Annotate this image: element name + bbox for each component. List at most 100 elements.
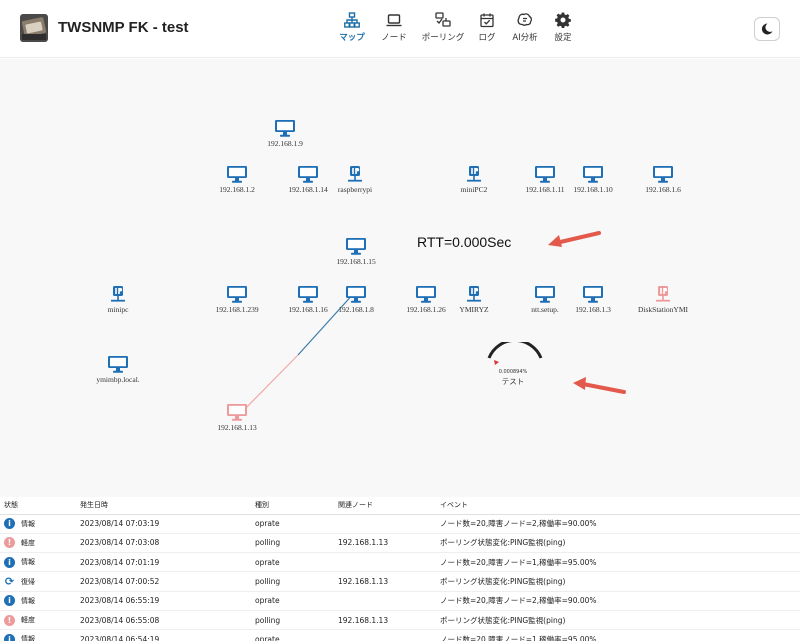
desktop-icon xyxy=(227,286,247,303)
state-label: 情報 xyxy=(21,635,35,641)
cell-type: oprate xyxy=(255,591,338,611)
network-map-icon xyxy=(344,12,360,28)
event-log-table: 状態 発生日時 種別 関連ノード イベント i 情報 2023/08/14 07:… xyxy=(0,497,800,641)
state-label: 軽度 xyxy=(21,616,35,625)
nav-item-settings[interactable]: 設定 xyxy=(552,12,574,48)
table-row[interactable]: i 情報 2023/08/14 07:03:19 oprate ノード数=20,障… xyxy=(0,514,800,534)
nav-item-log[interactable]: ログ xyxy=(476,12,498,48)
map-node[interactable]: 192.168.1.13 xyxy=(187,404,287,432)
cell-type: oprate xyxy=(255,514,338,534)
desktop-icon xyxy=(275,120,295,137)
cell-node: 192.168.1.13 xyxy=(338,571,440,592)
desktop-icon xyxy=(583,166,603,183)
app-header: TWSNMP FK - test マップ ノード ポーリング ログ AI分析 設… xyxy=(0,0,800,58)
gauge-needle-icon xyxy=(494,360,499,365)
cell-type: oprate xyxy=(255,552,338,573)
state-label: 復帰 xyxy=(21,577,35,586)
cell-node: 192.168.1.13 xyxy=(338,610,440,631)
app-logo xyxy=(20,14,48,42)
ip-icon xyxy=(467,286,481,302)
gauge-name: テスト xyxy=(501,377,525,386)
polling-icon xyxy=(435,12,451,27)
desktop-icon xyxy=(583,286,603,303)
cell-event: ポーリング状態変化:PING監視(ping) xyxy=(440,571,800,592)
table-header-row: 状態 発生日時 種別 関連ノード イベント xyxy=(0,497,800,515)
desktop-icon xyxy=(653,166,673,183)
gear-icon xyxy=(555,12,571,28)
state-label: 情報 xyxy=(21,519,35,528)
cell-event: ノード数=20,障害ノード=1,稼働率=95.00% xyxy=(440,629,800,641)
app-title: TWSNMP FK - test xyxy=(58,19,189,36)
annotation-arrow-icon xyxy=(573,377,626,394)
cell-event: ノード数=20,障害ノード=1,稼働率=95.00% xyxy=(440,552,800,573)
nav-item-node[interactable]: ノード xyxy=(378,12,410,48)
table-row[interactable]: i 情報 2023/08/14 06:54:19 oprate ノード数=20,障… xyxy=(0,629,800,641)
table-row[interactable]: ! 軽度 2023/08/14 06:55:08 polling 192.168.… xyxy=(0,610,800,631)
info-icon: i xyxy=(4,518,15,530)
table-row[interactable]: i 情報 2023/08/14 07:01:19 oprate ノード数=20,障… xyxy=(0,552,800,573)
cell-time: 2023/08/14 07:00:52 xyxy=(80,571,255,592)
state-label: 軽度 xyxy=(21,538,35,547)
calendar-check-icon xyxy=(480,13,494,28)
table-row[interactable]: ! 軽度 2023/08/14 07:03:08 polling 192.168.… xyxy=(0,533,800,554)
nav-label-ai: AI分析 xyxy=(512,33,538,43)
desktop-icon xyxy=(346,286,366,303)
nav-label-polling: ポーリング xyxy=(421,33,465,43)
col-header-state[interactable]: 状態 xyxy=(0,497,80,515)
laptop-icon xyxy=(386,14,402,27)
nav-label-map: マップ xyxy=(339,33,365,43)
ai-brain-icon xyxy=(517,13,533,26)
theme-toggle-button[interactable] xyxy=(754,17,780,41)
map-node[interactable]: minipc xyxy=(68,286,168,314)
cell-type: polling xyxy=(255,571,338,592)
cell-event: ノード数=20,障害ノード=2,稼働率=90.00% xyxy=(440,591,800,611)
warning-icon: ! xyxy=(4,537,15,549)
ip-icon xyxy=(467,166,481,182)
table-row[interactable]: ⟳ 復帰 2023/08/14 07:00:52 polling 192.168.… xyxy=(0,571,800,592)
map-rtt-text[interactable]: RTT=0.000Sec xyxy=(417,234,511,250)
cell-time: 2023/08/14 07:01:19 xyxy=(80,552,255,573)
gauge-value: 0.000894% xyxy=(498,369,528,375)
col-header-type[interactable]: 種別 xyxy=(255,497,338,515)
cell-event: ポーリング状態変化:PING監視(ping) xyxy=(440,533,800,554)
nav-label-settings: 設定 xyxy=(554,33,572,43)
nav-label-log: ログ xyxy=(478,33,496,43)
ip-icon xyxy=(111,286,125,302)
col-header-node[interactable]: 関連ノード xyxy=(338,497,440,515)
nav-item-ai[interactable]: AI分析 xyxy=(510,12,540,48)
map-node[interactable]: raspberrypi xyxy=(305,166,405,194)
info-icon: i xyxy=(4,556,15,568)
map-node[interactable]: 192.168.1.15 xyxy=(306,238,406,266)
nav-label-node: ノード xyxy=(381,33,407,43)
col-header-event[interactable]: イベント xyxy=(440,497,800,515)
desktop-icon xyxy=(346,238,366,255)
map-node-label: 192.168.1.13 xyxy=(217,423,257,432)
cell-type: polling xyxy=(255,533,338,554)
moon-icon xyxy=(761,23,773,35)
nav-item-polling[interactable]: ポーリング xyxy=(418,12,468,48)
cell-type: polling xyxy=(255,610,338,631)
desktop-icon xyxy=(227,166,247,183)
map-node[interactable]: 192.168.1.6 xyxy=(613,166,713,194)
cell-time: 2023/08/14 06:54:19 xyxy=(80,629,255,641)
cell-node xyxy=(338,629,440,641)
state-label: 情報 xyxy=(21,558,35,567)
map-node-label: 192.168.1.15 xyxy=(336,257,376,266)
desktop-icon xyxy=(108,356,128,373)
table-row[interactable]: i 情報 2023/08/14 06:55:19 oprate ノード数=20,障… xyxy=(0,591,800,611)
info-icon: i xyxy=(4,595,15,607)
nav-item-map[interactable]: マップ xyxy=(330,12,374,48)
map-node[interactable]: 192.168.1.9 xyxy=(235,120,335,148)
network-map[interactable]: 192.168.1.9 192.168.1.2 192.168.1.14 ras… xyxy=(0,59,800,497)
map-node-label: ymimbp.local. xyxy=(96,375,140,384)
map-node-label: raspberrypi xyxy=(337,185,373,194)
desktop-icon xyxy=(227,404,247,421)
ip-icon xyxy=(348,166,362,182)
map-node[interactable]: DiskStationYMI xyxy=(613,286,713,314)
cell-event: ノード数=20,障害ノード=2,稼働率=90.00% xyxy=(440,514,800,534)
cell-time: 2023/08/14 06:55:08 xyxy=(80,610,255,631)
map-node[interactable]: ymimbp.local. xyxy=(68,356,168,384)
state-label: 情報 xyxy=(21,596,35,605)
col-header-time[interactable]: 発生日時 xyxy=(80,497,255,515)
cell-type: oprate xyxy=(255,629,338,641)
